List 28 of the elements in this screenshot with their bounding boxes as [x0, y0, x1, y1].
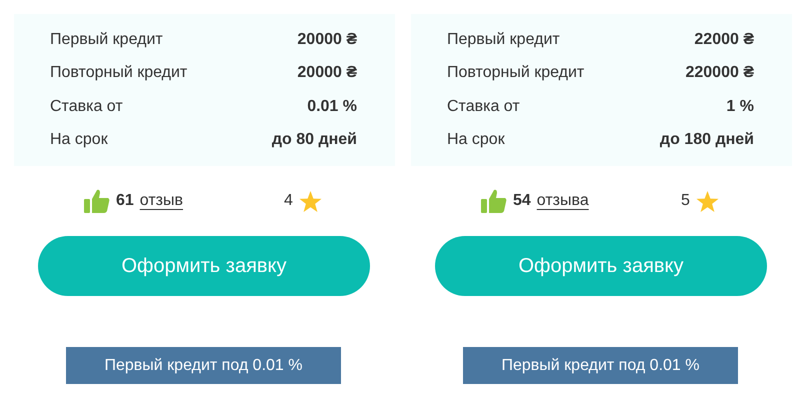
detail-label: Ставка от	[50, 96, 123, 117]
promo-banner: Первый кредит под 0.01 %	[66, 347, 341, 384]
rating-value: 4	[284, 191, 293, 211]
detail-label: Повторный кредит	[50, 63, 188, 84]
detail-label: Ставка от	[447, 96, 520, 117]
detail-value: 1 %	[726, 96, 754, 117]
thumbs-up-icon	[84, 189, 110, 213]
detail-label: Первый кредит	[50, 30, 163, 50]
star-icon	[696, 190, 719, 212]
thumbs-up-icon	[481, 189, 507, 213]
review-count: 61	[116, 191, 134, 211]
review-count: 54	[513, 191, 531, 211]
detail-value: 220000 ₴	[685, 63, 754, 84]
detail-label: Повторный кредит	[447, 63, 584, 84]
detail-value: 0.01 %	[307, 96, 357, 117]
detail-label: На срок	[447, 130, 505, 150]
detail-value: до 180 дней	[660, 130, 754, 150]
detail-value: до 80 дней	[272, 130, 357, 150]
detail-label: Первый кредит	[447, 30, 560, 50]
reviews-link[interactable]: отзыв	[140, 189, 184, 213]
detail-value: 22000 ₴	[694, 30, 754, 50]
detail-value: 20000 ₴	[297, 63, 357, 84]
detail-label: На срок	[50, 130, 108, 150]
star-icon	[298, 190, 322, 212]
reviews-link[interactable]: отзыва	[536, 189, 589, 213]
detail-value: 20000 ₴	[297, 30, 357, 50]
promo-banner: Первый кредит под 0.01 %	[463, 347, 738, 384]
rating-value: 5	[681, 191, 690, 211]
